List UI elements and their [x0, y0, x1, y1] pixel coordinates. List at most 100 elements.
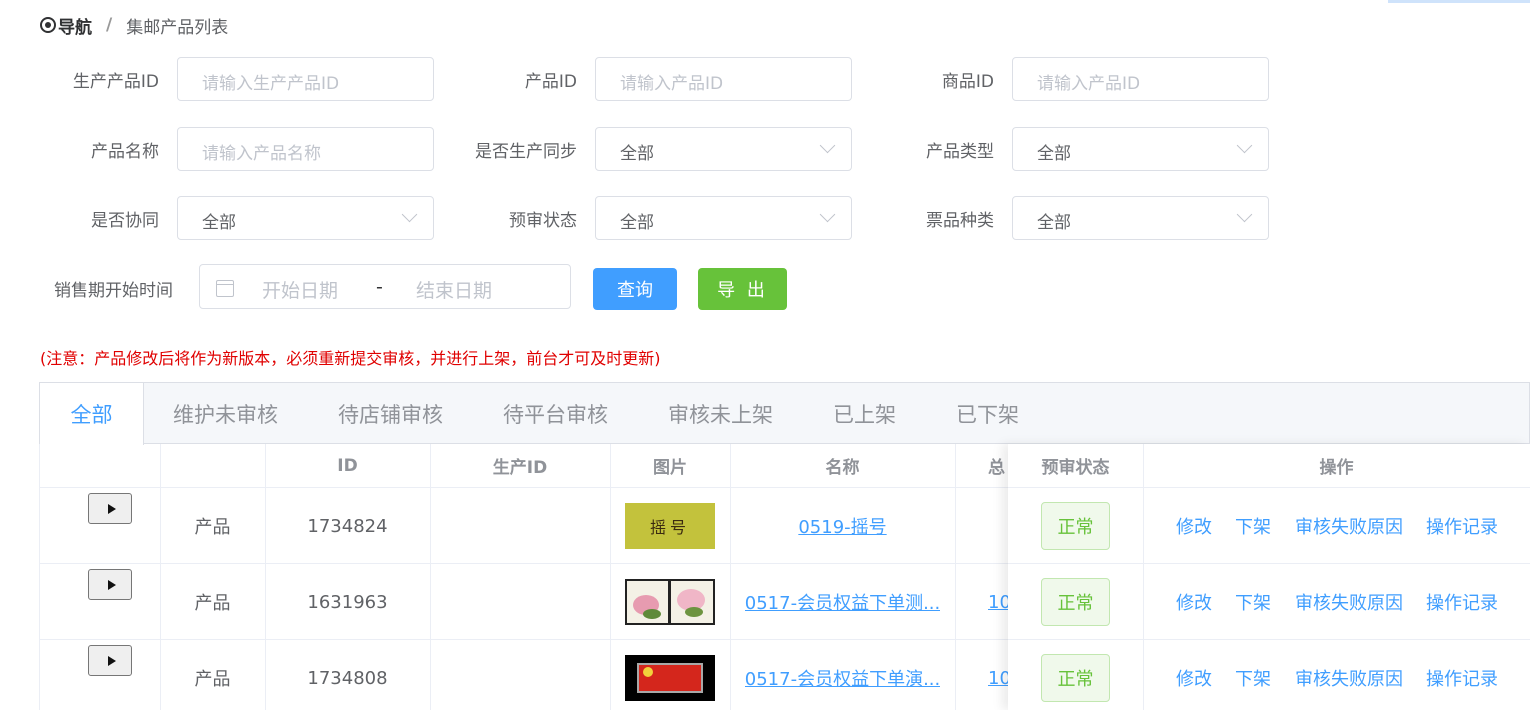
select-value: 全部	[202, 213, 236, 233]
thumbnail-text: 摇号	[649, 518, 690, 537]
product-id-input[interactable]: 请输入产品ID	[595, 57, 852, 101]
status-badge: 正常	[1041, 502, 1110, 550]
expand-row-button[interactable]	[88, 569, 132, 600]
tab-reviewed-not-listed[interactable]: 审核未上架	[668, 383, 773, 444]
edit-link[interactable]: 修改	[1176, 513, 1212, 539]
fail-reason-link[interactable]: 审核失败原因	[1295, 589, 1403, 615]
ticket-category-label: 票品种类	[926, 211, 994, 231]
row-name-cell: 0517-会员权益下单演...	[730, 640, 955, 710]
collaboration-select[interactable]: 全部	[177, 196, 434, 240]
export-button[interactable]: 导 出	[698, 268, 787, 310]
row-production-id	[430, 640, 610, 710]
operation-log-link[interactable]: 操作记录	[1426, 665, 1498, 691]
row-review-status: 正常	[1008, 488, 1143, 564]
production-sync-label: 是否生产同步	[475, 142, 577, 162]
header-production-id: 生产ID	[430, 444, 610, 488]
row-type: 产品	[194, 669, 231, 690]
collaboration-label: 是否协同	[91, 211, 159, 231]
operation-log-link[interactable]: 操作记录	[1426, 589, 1498, 615]
product-name-link[interactable]: 0517-会员权益下单测...	[745, 589, 940, 615]
placeholder: 请输入产品ID	[1037, 74, 1141, 94]
production-sync-select[interactable]: 全部	[595, 127, 852, 171]
product-name-label: 产品名称	[91, 142, 159, 162]
query-button[interactable]: 查询	[593, 268, 677, 310]
delist-link[interactable]: 下架	[1235, 513, 1271, 539]
row-image-cell	[610, 640, 730, 710]
operation-log-link[interactable]: 操作记录	[1426, 513, 1498, 539]
expand-row-button[interactable]	[88, 493, 132, 524]
breadcrumb-nav[interactable]: 导航	[58, 13, 92, 38]
tab-pending-store-review[interactable]: 待店铺审核	[338, 383, 443, 444]
delist-link[interactable]: 下架	[1235, 589, 1271, 615]
end-date-input[interactable]: 结束日期	[416, 276, 492, 303]
fail-reason-link[interactable]: 审核失败原因	[1295, 665, 1403, 691]
chevron-down-icon	[1236, 206, 1253, 223]
tab-listed[interactable]: 已上架	[833, 383, 896, 444]
row-image-cell	[610, 564, 730, 640]
row-id: 1631963	[307, 591, 388, 613]
fixed-row: 正常 修改 下架 审核失败原因 操作记录	[1008, 640, 1530, 710]
tab-delisted[interactable]: 已下架	[956, 383, 1019, 444]
row-id: 1734808	[307, 667, 388, 689]
row-production-id	[430, 488, 610, 564]
select-value: 全部	[1037, 213, 1071, 233]
chevron-down-icon	[819, 137, 836, 154]
product-name-link[interactable]: 0519-摇号	[798, 513, 886, 539]
ticket-category-select[interactable]: 全部	[1012, 196, 1269, 240]
breadcrumb: 导航 / 集邮产品列表	[40, 12, 228, 38]
header-id: ID	[265, 444, 430, 488]
fixed-right-columns: 预审状态 操作 正常 修改 下架 审核失败原因 操作记录 正常 修改 下架 审核…	[1008, 444, 1530, 710]
top-accent-bar	[1388, 0, 1530, 3]
product-name-link[interactable]: 0517-会员权益下单演...	[745, 665, 940, 691]
row-review-status: 正常	[1008, 640, 1143, 710]
pre-review-status-select[interactable]: 全部	[595, 196, 852, 240]
breadcrumb-current: 集邮产品列表	[126, 17, 229, 38]
row-type: 产品	[194, 593, 231, 614]
row-operations: 修改 下架 审核失败原因 操作记录	[1143, 564, 1530, 640]
product-thumbnail[interactable]	[625, 655, 715, 701]
product-thumbnail[interactable]: 摇号	[625, 503, 715, 549]
placeholder: 请输入生产产品ID	[202, 74, 340, 94]
tab-all[interactable]: 全部	[40, 383, 144, 445]
select-value: 全部	[620, 213, 654, 233]
product-id-label: 产品ID	[524, 72, 577, 92]
sale-start-date-label: 销售期开始时间	[54, 281, 173, 301]
header-operations: 操作	[1143, 444, 1530, 488]
row-id: 1734824	[307, 515, 388, 537]
product-thumbnail[interactable]	[625, 579, 715, 625]
fail-reason-link[interactable]: 审核失败原因	[1295, 513, 1403, 539]
breadcrumb-separator: /	[106, 15, 113, 35]
row-name-cell: 0517-会员权益下单测...	[730, 564, 955, 640]
fixed-row: 正常 修改 下架 审核失败原因 操作记录	[1008, 564, 1530, 640]
expand-row-button[interactable]	[88, 645, 132, 676]
sale-start-date-range-picker[interactable]: 开始日期 - 结束日期	[199, 264, 571, 309]
row-name-cell: 0519-摇号	[730, 488, 955, 564]
edit-link[interactable]: 修改	[1176, 589, 1212, 615]
production-product-id-label: 生产产品ID	[72, 72, 159, 92]
tab-maintained-unreviewed[interactable]: 维护未审核	[173, 383, 278, 444]
row-operations: 修改 下架 审核失败原因 操作记录	[1143, 640, 1530, 710]
nav-icon	[40, 17, 56, 33]
goods-id-label: 商品ID	[941, 72, 994, 92]
row-type: 产品	[194, 517, 231, 538]
calendar-icon	[216, 280, 234, 297]
product-type-select[interactable]: 全部	[1012, 127, 1269, 171]
status-badge: 正常	[1041, 654, 1110, 702]
tab-pending-platform-review[interactable]: 待平台审核	[503, 383, 608, 444]
date-range-separator: -	[376, 276, 383, 298]
production-product-id-input[interactable]: 请输入生产产品ID	[177, 57, 434, 101]
notice-text: (注意：产品修改后将作为新版本，必须重新提交审核，并进行上架，前台才可及时更新)	[40, 349, 661, 368]
chevron-down-icon	[401, 206, 418, 223]
fixed-row: 正常 修改 下架 审核失败原因 操作记录	[1008, 488, 1530, 564]
row-operations: 修改 下架 审核失败原因 操作记录	[1143, 488, 1530, 564]
start-date-input[interactable]: 开始日期	[262, 276, 338, 303]
goods-id-input[interactable]: 请输入产品ID	[1012, 57, 1269, 101]
edit-link[interactable]: 修改	[1176, 665, 1212, 691]
header-image: 图片	[610, 444, 730, 488]
pre-review-status-label: 预审状态	[509, 211, 577, 231]
product-name-input[interactable]: 请输入产品名称	[177, 127, 434, 171]
delist-link[interactable]: 下架	[1235, 665, 1271, 691]
placeholder: 请输入产品名称	[202, 144, 321, 164]
status-badge: 正常	[1041, 578, 1110, 626]
status-tabs: 全部 维护未审核 待店铺审核 待平台审核 审核未上架 已上架 已下架	[39, 382, 1530, 445]
